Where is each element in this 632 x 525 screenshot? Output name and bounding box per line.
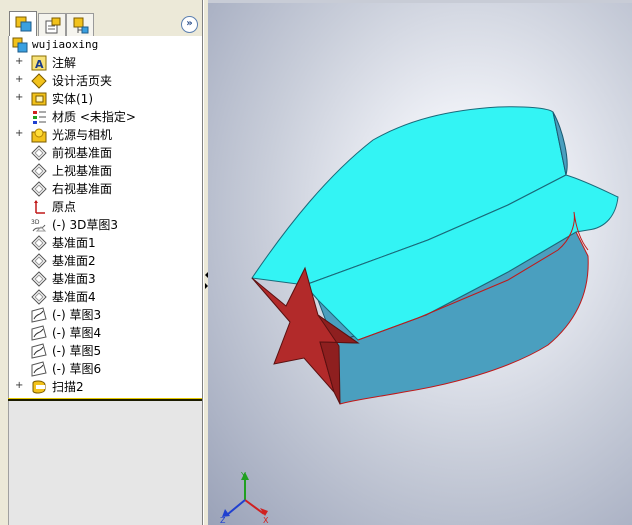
triad-z-label: Z: [220, 516, 226, 525]
coordinate-triad: Y X Z: [220, 471, 269, 525]
tree-item[interactable]: + 设计活页夹: [9, 72, 199, 90]
sketch-icon: [31, 307, 47, 323]
tree-item[interactable]: 3D (-) 3D草图3: [9, 216, 199, 234]
model-canvas: Y X Z: [220, 106, 619, 525]
tree-item-label: 注解: [52, 56, 77, 70]
expand-spacer: [15, 364, 23, 372]
plane-icon: [31, 235, 47, 251]
expand-spacer: [15, 148, 23, 156]
sketch-icon: [31, 343, 47, 359]
expand-spacer: [15, 256, 23, 264]
tab-configuration-manager[interactable]: [66, 13, 94, 36]
tree-item[interactable]: 基准面4: [9, 288, 199, 306]
design-binder-icon: [31, 73, 47, 89]
tree-item-label: (-) 草图5: [52, 344, 102, 358]
collapse-panel-button[interactable]: »: [181, 16, 198, 33]
expand-toggle[interactable]: +: [15, 57, 23, 67]
feature-manager-tabbar: »: [0, 0, 202, 36]
tab-feature-tree[interactable]: [9, 11, 37, 36]
plane-icon: [31, 163, 47, 179]
property-manager-icon: [45, 17, 61, 34]
tree-item-label: 基准面4: [52, 290, 96, 304]
svg-text:3D: 3D: [31, 219, 40, 226]
tree-item[interactable]: + 光源与相机: [9, 126, 199, 144]
tree-item-label: 基准面2: [52, 254, 96, 268]
plane-icon: [31, 289, 47, 305]
sketch-icon: [31, 325, 47, 341]
expand-toggle[interactable]: +: [15, 129, 23, 139]
tree-item[interactable]: 基准面2: [9, 252, 199, 270]
svg-text:A: A: [35, 58, 44, 71]
expand-spacer: [15, 112, 23, 120]
feature-tree-empty-area: [8, 401, 202, 525]
configuration-manager-icon: [73, 17, 89, 34]
expand-spacer: [15, 310, 23, 318]
tree-item-label: 设计活页夹: [52, 74, 113, 88]
tree-item[interactable]: 基准面3: [9, 270, 199, 288]
triad-y-label: Y: [240, 471, 246, 480]
expand-spacer: [15, 238, 23, 246]
tree-item[interactable]: (-) 草图6: [9, 360, 199, 378]
expand-spacer: [15, 166, 23, 174]
solid-bodies-icon: [31, 92, 47, 106]
expand-toggle[interactable]: +: [15, 93, 23, 103]
expand-spacer: [15, 328, 23, 336]
tree-item-label: 基准面3: [52, 272, 96, 286]
expand-toggle[interactable]: +: [15, 381, 23, 391]
tree-root-label: wujiaoxing: [32, 38, 99, 51]
sweep-icon: [32, 380, 46, 394]
part-icon: [12, 37, 28, 53]
expand-toggle[interactable]: +: [15, 75, 23, 85]
tree-item[interactable]: + 扫描2: [9, 378, 199, 396]
tree-item[interactable]: (-) 草图4: [9, 324, 199, 342]
tree-item[interactable]: + 实体(1): [9, 90, 199, 108]
tree-item[interactable]: 上视基准面: [9, 162, 199, 180]
material-icon: [33, 111, 46, 124]
tree-item[interactable]: 基准面1: [9, 234, 199, 252]
plane-icon: [31, 145, 47, 161]
expand-spacer: [15, 274, 23, 282]
expand-spacer: [15, 292, 23, 300]
expand-spacer: [15, 346, 23, 354]
star-cap-model[interactable]: [251, 106, 619, 405]
plane-icon: [31, 253, 47, 269]
feature-tree: wujiaoxing + A 注解 + 设计活页夹 + 实体(1) 材质 <未指定> + 光源与相…: [8, 36, 202, 399]
tree-item-label: (-) 草图4: [52, 326, 102, 340]
tree-item[interactable]: (-) 草图5: [9, 342, 199, 360]
expand-spacer: [15, 184, 23, 192]
annotations-icon: A: [31, 55, 47, 71]
feature-manager-panel: » wujiaoxing + A 注解 + 设计活页夹 + 实体(1) 材质 <未指定> + 光源…: [0, 0, 203, 525]
sketch-icon: [31, 361, 47, 377]
tree-item[interactable]: + A 注解: [9, 54, 199, 72]
tree-item-label: (-) 草图6: [52, 362, 102, 376]
tree-item[interactable]: (-) 草图3: [9, 306, 199, 324]
tree-item-label: (-) 草图3: [52, 308, 102, 322]
tree-item[interactable]: 原点: [9, 198, 199, 216]
tree-root-part[interactable]: wujiaoxing: [9, 36, 199, 54]
tree-item-label: 实体(1): [52, 92, 93, 106]
tree-item-label: 扫描2: [52, 380, 84, 394]
plane-icon: [31, 271, 47, 287]
tree-item-label: 右视基准面: [52, 182, 113, 196]
tree-item-label: 基准面1: [52, 236, 96, 250]
tree-item[interactable]: 材质 <未指定>: [9, 108, 199, 126]
tree-item-label: 前视基准面: [52, 146, 113, 160]
tree-item[interactable]: 前视基准面: [9, 144, 199, 162]
lights-cameras-icon: [31, 128, 47, 143]
tab-property-manager[interactable]: [38, 13, 66, 36]
graphics-viewport[interactable]: Y X Z: [208, 0, 632, 525]
plane-icon: [31, 181, 47, 197]
expand-spacer: [15, 202, 23, 210]
feature-tree-icon: [15, 16, 32, 32]
3d-sketch-icon: 3D: [31, 219, 47, 232]
tree-item-label: 原点: [52, 200, 77, 214]
origin-icon: [34, 200, 45, 214]
tree-item[interactable]: 右视基准面: [9, 180, 199, 198]
expand-spacer: [15, 220, 23, 228]
tree-item-label: 材质 <未指定>: [52, 110, 136, 124]
tree-item-label: 上视基准面: [52, 164, 113, 178]
tree-item-label: (-) 3D草图3: [52, 218, 119, 232]
triad-x-label: X: [263, 516, 269, 525]
tree-item-label: 光源与相机: [52, 128, 113, 142]
